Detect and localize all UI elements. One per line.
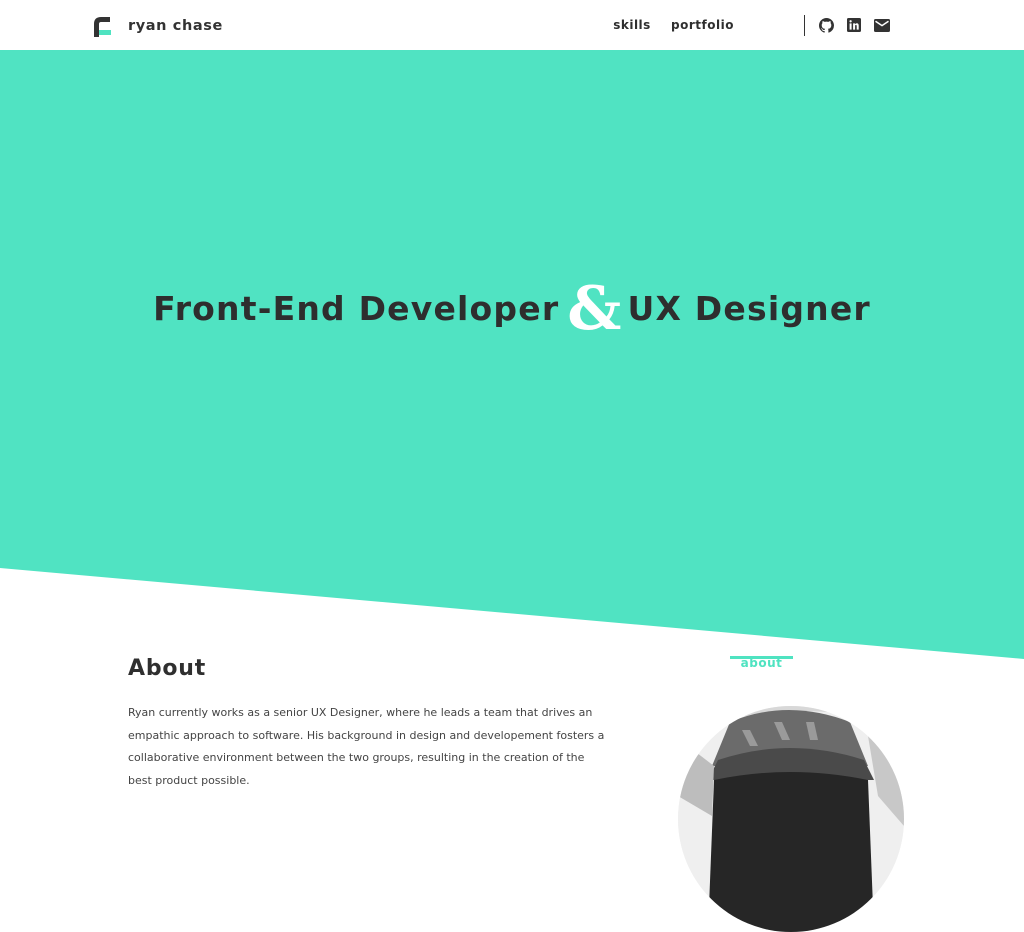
hero-title: Front-End Developer & UX Designer [0, 274, 1024, 344]
email-icon [874, 18, 890, 32]
hero-ampersand: & [567, 274, 622, 344]
social-links [818, 17, 902, 33]
nav-divider [804, 15, 805, 36]
linkedin-link[interactable] [846, 17, 862, 33]
nav-about-link[interactable]: about [730, 656, 793, 670]
github-link[interactable] [818, 17, 834, 33]
about-text: Ryan currently works as a senior UX Desi… [128, 706, 605, 787]
brand-link[interactable]: ryan chase [91, 14, 223, 38]
nav-skills-link[interactable]: skills [603, 0, 661, 50]
linkedin-icon [847, 18, 861, 32]
github-icon [818, 17, 834, 33]
hero-title-right: UX Designer [627, 288, 871, 328]
email-link[interactable] [874, 17, 890, 33]
brand-name: ryan chase [128, 18, 223, 34]
rc-logo-icon [94, 17, 111, 37]
about-section: About Ryan currently works as a senior U… [128, 656, 608, 792]
hero-background [0, 50, 1024, 659]
profile-photo [678, 706, 904, 932]
hero-title-left: Front-End Developer [153, 288, 560, 328]
profile-photo-image [678, 706, 904, 932]
main-nav: about skills portfolio [602, 0, 793, 670]
about-heading: About [128, 656, 207, 681]
site-header: ryan chase about skills portfolio [0, 0, 1024, 670]
hero-section: Front-End Developer & UX Designer [0, 50, 1024, 660]
nav-portfolio-link[interactable]: portfolio [662, 0, 743, 50]
